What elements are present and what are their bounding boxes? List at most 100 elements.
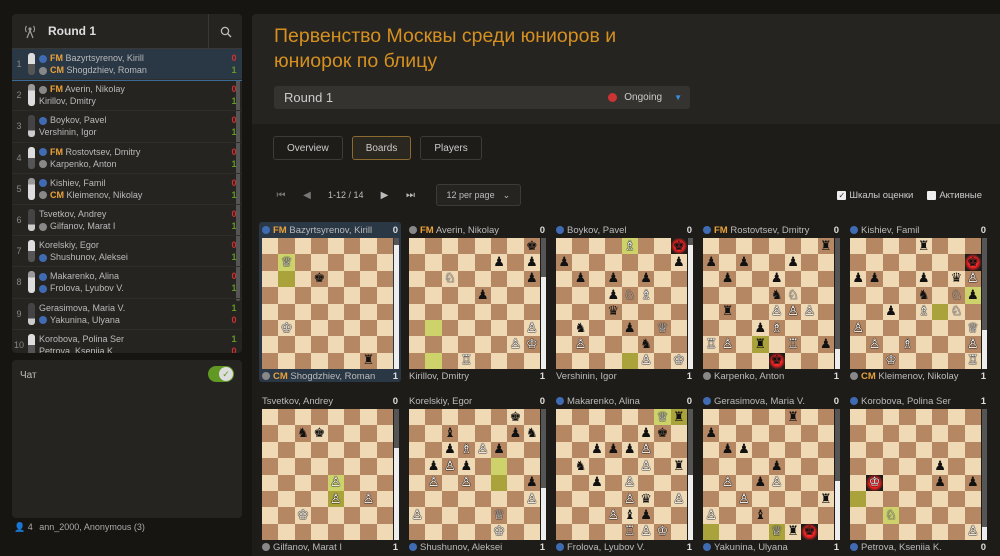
player-name[interactable]: Kirillov, Dmitry xyxy=(39,96,96,106)
board-card[interactable]: Makarenko, Alina 0 Frolova, Lyubov V. 1 ♕ ♜ ♟ ♚… xyxy=(553,393,695,553)
chess-board[interactable]: ♜ ♟ ♟ ♟ ♟ ♟ ♞ ♘ ♜ ♙ ♙ ♙ ♟ ♗ ♖ ♙ ♜ ♖ ♟ ♚ xyxy=(703,238,834,369)
board-player-name[interactable]: Korobova, Polina Ser xyxy=(861,396,974,407)
player-name[interactable]: Makarenko, Alina xyxy=(50,271,119,281)
player-name[interactable]: Korelskiy, Egor xyxy=(39,240,99,250)
board-card[interactable]: Boykov, Pavel 0 Vershinin, Igor 1 ♗ ♚ ♟ ♟ ♟ ♟ ♟ ♟ ♘ ♗… xyxy=(553,222,695,382)
game-row[interactable]: 5 Kishiev, Famil CM Kleimenov, Nikolay 0 1 xyxy=(12,174,242,205)
player-title: FM xyxy=(50,53,63,64)
player-name: Shushunov, Aleksei xyxy=(420,541,503,553)
board-player-name[interactable]: Shushunov, Aleksei xyxy=(420,542,533,553)
board-player-name[interactable]: Gilfanov, Marat I xyxy=(273,542,386,553)
board-player-name[interactable]: Yakunina, Ulyana xyxy=(714,542,827,553)
chess-board[interactable]: ♜ ♟ ♟ ♟ ♟ ♙ ♟ ♙ ♙ ♜ ♙ ♝ ♕ ♜ ♚ xyxy=(703,409,834,540)
player-name[interactable]: Kleimenov, Nikolay xyxy=(67,190,143,200)
board-player-name[interactable]: FM Averin, Nikolay xyxy=(420,225,533,236)
player-name[interactable]: Vershinin, Igor xyxy=(39,127,97,137)
board-square xyxy=(670,474,687,491)
board-player-name[interactable]: Karpenko, Anton xyxy=(714,371,827,382)
chess-board[interactable]: ♗ ♚ ♟ ♟ ♟ ♟ ♟ ♟ ♘ ♗ ♛ ♞ ♟ ♕ ♙ ♞ ♙ ♔ xyxy=(556,238,687,369)
player-name[interactable]: Yakunina, Ulyana xyxy=(50,315,120,325)
player-name[interactable]: Petrova, Ksenija K. xyxy=(39,346,116,353)
board-card[interactable]: Korobova, Polina Ser 1 Petrova, Kseniia K.… xyxy=(847,393,989,553)
chess-board[interactable]: ♕ ♚ ♔ ♜ xyxy=(262,238,393,369)
player-name[interactable]: Rostovtsev, Dmitry xyxy=(66,147,141,157)
white-pawn-icon: ♙ xyxy=(640,353,652,369)
per-page-select[interactable]: 12 per page ⌄ xyxy=(435,184,522,206)
player-name[interactable]: Gilfanov, Marat I xyxy=(50,221,115,231)
board-card[interactable]: FM Bazyrtsyrenov, Kirill 0 CM Shogdzhiev, … xyxy=(259,222,401,382)
chess-board[interactable]: ♞ ♚ ♙ ♙ ♙ ♔ xyxy=(262,409,393,540)
board-player-name[interactable]: Gerasimova, Maria V. xyxy=(714,396,827,407)
board-player-name[interactable]: Boykov, Pavel xyxy=(567,225,680,236)
eval-bars-checkbox[interactable]: ✓ xyxy=(837,191,847,200)
active-only-option[interactable]: Активные xyxy=(927,190,982,201)
board-square: ♙ xyxy=(474,441,491,459)
board-player-name[interactable]: Kirillov, Dmitry xyxy=(409,371,533,382)
round-select[interactable]: Round 1 Ongoing ▼ xyxy=(274,86,690,109)
game-row[interactable]: 10 Korobova, Polina Ser Petrova, Ksenija K… xyxy=(12,330,242,353)
first-page-icon[interactable]: ⏮ xyxy=(270,190,292,201)
next-page-icon[interactable]: ▶ xyxy=(374,190,396,201)
white-queen-icon: ♕ xyxy=(656,409,669,425)
board-player-name[interactable]: Frolova, Lyubov V. xyxy=(567,542,680,553)
game-row[interactable]: 3 Boykov, Pavel Vershinin, Igor 0 1 xyxy=(12,111,242,143)
board-square xyxy=(376,352,393,369)
board-player-name[interactable]: CM Shogdzhiev, Roman xyxy=(273,371,386,382)
board-card[interactable]: Tsvetkov, Andrey 0 Gilfanov, Marat I 1 ♞ ♚ ♙ ♙ ♙… xyxy=(259,393,401,553)
board-card[interactable]: FM Rostovtsev, Dmitry 0 Karpenko, Anton 1 ♜ ♟… xyxy=(700,222,842,382)
black-pawn-icon: ♟ xyxy=(574,271,587,287)
chess-board[interactable]: ♕ ♜ ♟ ♚ ♟ ♟ ♟ ♙ ♞ ♙ ♜ ♟ ♙ ♙ ♛ ♙ ♙ ♝ ♟ ♖ ♙ ♔ xyxy=(556,409,687,540)
board-player-name[interactable]: Tsvetkov, Andrey xyxy=(262,396,386,407)
board-card[interactable]: FM Averin, Nikolay 0 Kirillov, Dmitry 1 ♚ ♟ ♟ ♘… xyxy=(406,222,548,382)
board-player-name[interactable]: Kishiev, Famil xyxy=(861,225,974,236)
board-square xyxy=(278,507,295,524)
board-square xyxy=(850,254,867,271)
player-name[interactable]: Kishiev, Famil xyxy=(50,178,105,188)
player-name[interactable]: Boykov, Pavel xyxy=(50,115,106,125)
game-row[interactable]: 9 Gerasimova, Maria V. Yakunina, Ulyana 1 0 xyxy=(12,299,242,330)
active-only-checkbox[interactable] xyxy=(927,191,937,200)
board-player-name[interactable]: FM Bazyrtsyrenov, Kirill xyxy=(273,225,386,236)
game-row[interactable]: 2 FM Averin, Nikolay Kirillov, Dmitry 0 1 xyxy=(12,80,242,112)
game-row[interactable]: 6 Tsvetkov, Andrey Gilfanov, Marat I 01 xyxy=(12,205,242,237)
board-player-name[interactable]: Vershinin, Igor xyxy=(556,371,680,382)
board-square xyxy=(719,254,736,271)
board-card[interactable]: Kishiev, Famil 0 CM Kleimenov, Nikolay 1 ♜ ♚ ♟… xyxy=(847,222,989,382)
chess-board[interactable]: ♟ ♔ ♟ ♟ ♘ ♙ xyxy=(850,409,981,540)
player-name[interactable]: Shogdzhiev, Roman xyxy=(67,65,147,75)
tab-overview[interactable]: Overview xyxy=(273,136,343,160)
prev-page-icon[interactable]: ◀ xyxy=(296,190,318,201)
board-square xyxy=(556,474,573,491)
board-card[interactable]: Korelskiy, Egor 0 Shushunov, Aleksei 1 ♚ ♝ ♟ ♞ ♟… xyxy=(406,393,548,553)
game-row[interactable]: 7 Korelskiy, Egor Shushunov, Aleksei 0 1 xyxy=(12,236,242,268)
board-card[interactable]: Gerasimova, Maria V. 0 Yakunina, Ulyana 1 ♜ ♟… xyxy=(700,393,842,553)
game-row[interactable]: 8 Makarenko, Alina Frolova, Lyubov V. 0 1 xyxy=(12,267,242,299)
last-page-icon[interactable]: ⏭ xyxy=(400,190,422,201)
board-player-name[interactable]: Korelskiy, Egor xyxy=(409,396,533,407)
tab-players[interactable]: Players xyxy=(420,136,482,160)
black-pawn-icon: ♟ xyxy=(623,442,636,458)
chess-board[interactable]: ♚ ♝ ♟ ♞ ♟ ♗ ♙ ♟ ♟ ♙ ♟ ♙ ♙ ♟ ♙ ♙ ♕ ♔ xyxy=(409,409,540,540)
board-square: ♕ xyxy=(654,319,671,337)
tab-boards[interactable]: Boards xyxy=(351,136,412,160)
board-player-name[interactable]: CM Kleimenov, Nikolay xyxy=(861,371,974,382)
board-player-name[interactable]: Petrova, Kseniia K. xyxy=(861,542,974,553)
game-row[interactable]: 4 FM Rostovtsev, Dmitry Karpenko, Anton 0 1 xyxy=(12,143,242,174)
game-row[interactable]: 1 FM Bazyrtsyrenov, Kirill CM Shogdzhiev, … xyxy=(12,49,242,82)
player-name[interactable]: Tsvetkov, Andrey xyxy=(39,209,106,219)
player-name[interactable]: Shushunov, Aleksei xyxy=(50,252,128,262)
player-name[interactable]: Frolova, Lyubov V. xyxy=(50,283,124,293)
player-name[interactable]: Korobova, Polina Ser xyxy=(39,334,124,344)
board-player-name[interactable]: FM Rostovtsev, Dmitry xyxy=(714,225,827,236)
board-square: ♙ xyxy=(327,490,344,508)
search-icon[interactable] xyxy=(208,14,242,49)
player-name[interactable]: Bazyrtsyrenov, Kirill xyxy=(66,53,144,63)
eval-bars-option[interactable]: ✓ Шкалы оценки xyxy=(837,190,913,201)
board-player-name[interactable]: Makarenko, Alina xyxy=(567,396,680,407)
chat-toggle[interactable] xyxy=(208,366,234,382)
player-name[interactable]: Gerasimova, Maria V. xyxy=(39,303,125,313)
chess-board[interactable]: ♜ ♚ ♟ ♟ ♟ ♛ ♙ ♞ ♘ ♟ ♟ ♗ ♘ ♙ ♕ ♙ ♗ ♙ ♔ ♖ xyxy=(850,238,981,369)
chess-board[interactable]: ♚ ♟ ♟ ♘ ♟ ♟ ♙ ♙ ♔ ♖ xyxy=(409,238,540,369)
player-name[interactable]: Averin, Nikolay xyxy=(65,84,125,94)
player-name[interactable]: Karpenko, Anton xyxy=(50,159,117,169)
